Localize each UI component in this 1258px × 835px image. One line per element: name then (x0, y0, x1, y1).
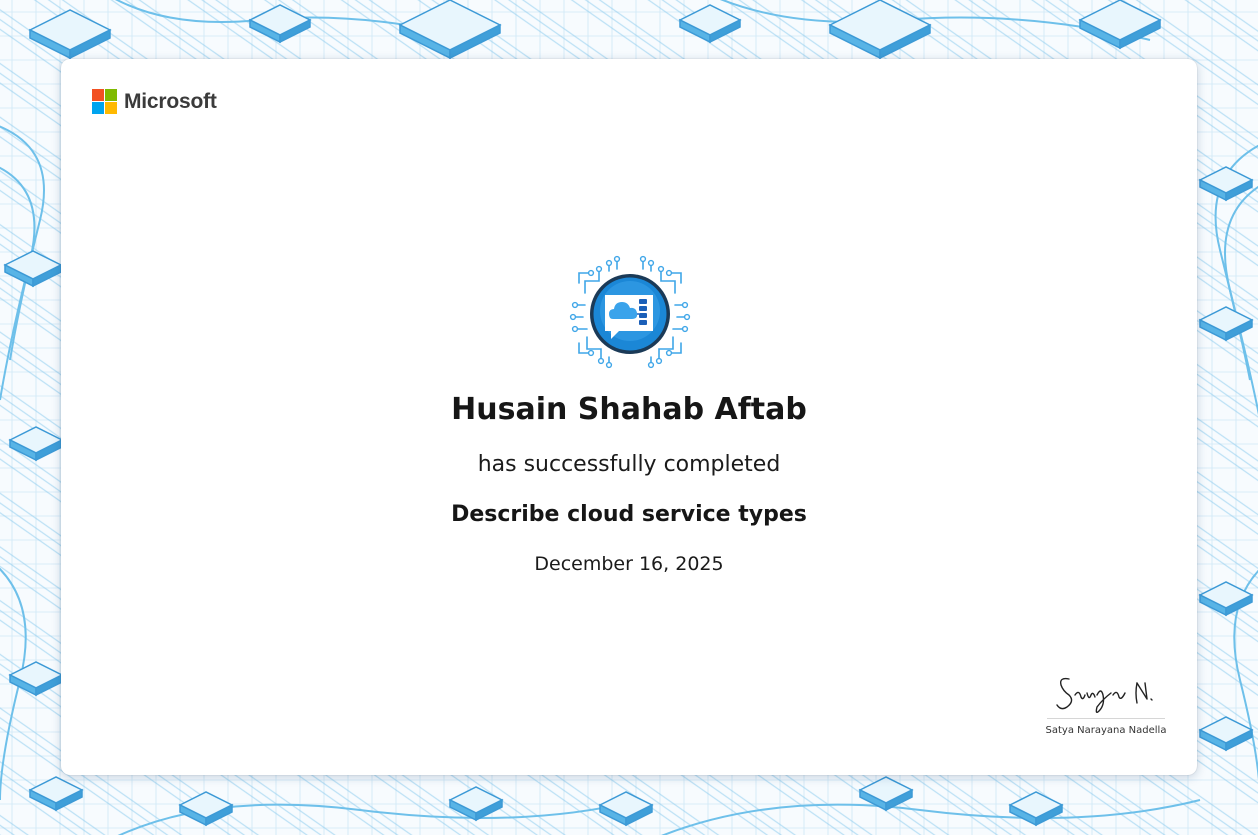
brand-name: Microsoft (124, 89, 217, 113)
recipient-name: Husain Shahab Aftab (451, 392, 807, 427)
signature-line (1047, 718, 1165, 719)
cloud-services-badge-icon (569, 255, 691, 369)
completion-statement: has successfully completed (477, 452, 781, 477)
handwritten-signature (1056, 677, 1153, 714)
logo-square-yellow (105, 102, 117, 114)
logo-square-red (92, 89, 104, 101)
signer-name: Satya Narayana Nadella (1045, 725, 1167, 736)
completion-date: December 16, 2025 (534, 553, 724, 575)
microsoft-logo-icon (92, 89, 117, 114)
certificate-page: Microsoft Husain Shahab Aftab has succes… (0, 0, 1258, 835)
microsoft-brand: Microsoft (92, 89, 217, 114)
certificate-card: Microsoft Husain Shahab Aftab has succes… (61, 59, 1197, 775)
logo-square-blue (92, 102, 104, 114)
course-title: Describe cloud service types (451, 502, 807, 527)
logo-square-green (105, 89, 117, 101)
